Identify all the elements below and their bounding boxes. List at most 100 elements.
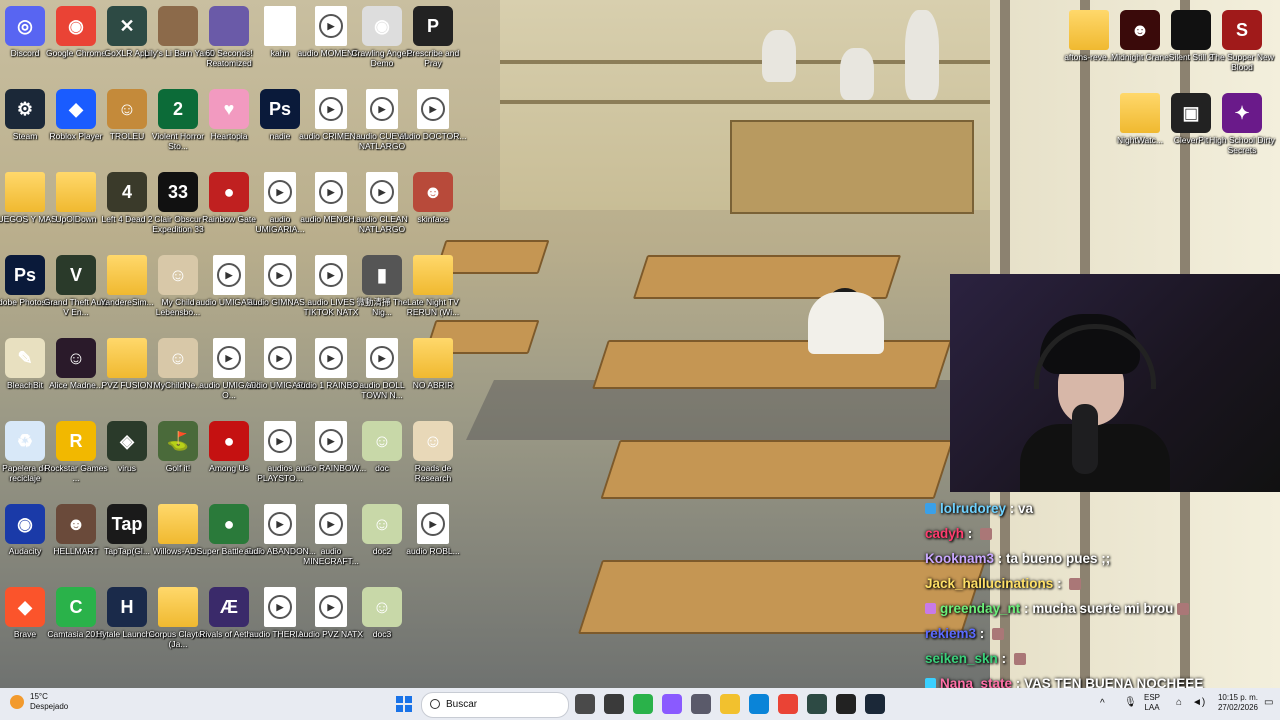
audio-file-icon: ▶ [264,338,296,378]
taskbar-search[interactable]: Buscar [421,692,569,718]
app-icon: ♥ [209,89,249,129]
chat-separator: : [1053,576,1066,591]
clock-icon[interactable] [604,694,624,714]
desktop-icon-label: The Supper New Blood [1210,52,1274,72]
obs-icon[interactable] [836,694,856,714]
app-icon: ● [209,504,249,544]
desktop-icon-label: audio DOCTOR... [399,131,467,141]
app-icon: Ps [5,255,45,295]
app-icon: ☺ [362,587,402,627]
play-icon: ▶ [370,180,394,204]
chat-separator: : [976,626,989,641]
chat-separator: : [964,526,977,541]
app-icon: ☺ [362,504,402,544]
goxlr-icon[interactable] [807,694,827,714]
chevron-up-icon[interactable]: ^ [1100,698,1105,709]
audio-file-icon: ▶ [366,338,398,378]
chat-username: cadyh [925,526,965,541]
start-button[interactable] [396,696,412,712]
app-icon: H [107,587,147,627]
audio-file-icon: ▶ [315,504,347,544]
desktop-icon[interactable]: ▶ audio ROBL... [397,500,469,582]
play-icon: ▶ [319,14,343,38]
emote-icon [1177,603,1190,615]
clock-date: 27/02/2026 [1217,703,1258,712]
chat-username: Jack_hallucinations [925,576,1054,591]
steam-icon[interactable] [865,694,885,714]
audio-file-icon: ▶ [315,421,347,461]
desktop-icon-label: doc3 [372,629,392,639]
statue-bust [762,30,796,82]
emote-icon [980,528,993,540]
desktop-icon[interactable]: ✦ High School Dirty Secrets [1206,89,1278,171]
app-icon: ✕ [107,6,147,46]
search-placeholder: Buscar [446,699,478,710]
folder-icon [5,172,45,212]
app-icon: R [56,421,96,461]
app-icon: ♻ [5,421,45,461]
audio-file-icon: ▶ [366,89,398,129]
audio-file-icon: ▶ [417,504,449,544]
app-icon: Æ [209,587,249,627]
search-icon [430,699,440,709]
clock[interactable]: 10:15 p. m. 27/02/2026 [1206,693,1258,713]
desktop-icon-label: Prescribe and Pray [406,48,460,68]
chat-username: Kooknam3 [925,551,995,566]
folder-icon [158,504,198,544]
audio-file-icon: ▶ [264,255,296,295]
app-icon: ☺ [158,255,198,295]
emote-icon [1069,578,1082,590]
app-icon: S [1222,10,1262,50]
desktop-icon[interactable]: ☻ skinface [397,168,469,250]
desktop-icon[interactable]: NO ABRIR [397,334,469,416]
notification-icon[interactable]: ▭ [1264,697,1273,708]
audio-file-icon: ▶ [264,504,296,544]
app-icon: ● [209,172,249,212]
desktop-icon[interactable]: ☺ Roads de Research [397,417,469,499]
chat-separator: : [997,651,1010,666]
windows-logo-icon [396,705,403,712]
play-icon: ▶ [268,429,292,453]
network-icon[interactable]: ⌂ [1176,697,1182,708]
desktop-icon[interactable]: P Prescribe and Pray [397,2,469,84]
desktop-icon[interactable]: S The Supper New Blood [1206,6,1278,88]
desktop-icon[interactable]: ☺ doc3 [346,583,418,665]
weather-widget[interactable]: 15°C Despejado [10,692,68,712]
desktop-icon-label: Late Night TV RERUN (Wi... [406,297,460,317]
chat-separator: : [1020,601,1033,616]
lang-top: ESP [1144,693,1161,702]
chat-separator: : [994,551,1007,566]
chrome-icon[interactable] [778,694,798,714]
play-icon: ▶ [421,97,445,121]
webcam-overlay [950,274,1280,492]
folder-icon [56,172,96,212]
volume-icon[interactable]: ◄) [1192,697,1205,708]
desktop-icon-label: audio ROBL... [406,546,460,556]
sun-icon [10,695,24,709]
app-icon: ☺ [107,89,147,129]
edge-icon[interactable] [749,694,769,714]
desktop-icon-label: NO ABRIR [412,380,454,390]
copilot-icon[interactable] [662,694,682,714]
mic-icon[interactable]: 🎙 [1124,697,1137,708]
file-explorer-icon[interactable] [575,694,595,714]
microphone [1072,404,1098,474]
audio-file-icon: ▶ [315,338,347,378]
folder-icon [107,255,147,295]
app-icon: Tap [107,504,147,544]
chat-message: Kooknam3 : ta bueno pues ;; [925,546,1280,571]
language-indicator[interactable]: ESP LAA [1144,693,1160,713]
app-icon: ◆ [56,89,96,129]
play-icon: ▶ [268,346,292,370]
chat-separator: : [1006,501,1019,516]
play-icon: ▶ [319,180,343,204]
app-icon: ☻ [56,504,96,544]
audio-file-icon: ▶ [315,6,347,46]
desktop-icon[interactable]: ▶ audio DOCTOR... [397,85,469,167]
windows-logo-icon [405,705,412,712]
app-icon: ▣ [1171,93,1211,133]
desktop-icon[interactable]: Late Night TV RERUN (Wi... [397,251,469,333]
camtasia-icon[interactable] [633,694,653,714]
folder-icon[interactable] [720,694,740,714]
store-icon[interactable] [691,694,711,714]
